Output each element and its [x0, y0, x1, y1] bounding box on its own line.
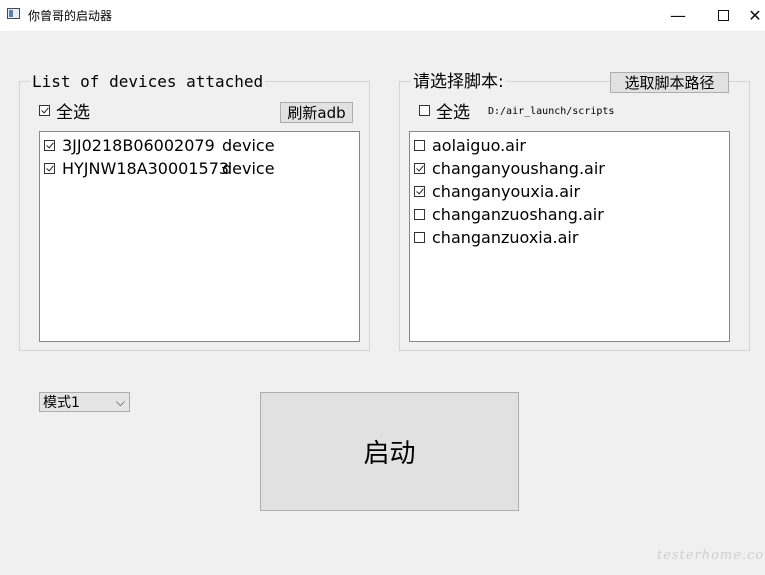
start-button[interactable]: 启动	[260, 392, 519, 511]
minimize-button[interactable]: —	[655, 0, 701, 31]
device-state: device	[222, 136, 275, 155]
script-list[interactable]: aolaiguo.air changanyoushang.air changanyo…	[409, 131, 730, 342]
script-name: changanyoushang.air	[432, 159, 605, 178]
chevron-down-icon: ⌵	[115, 395, 125, 409]
script-checkbox[interactable]	[414, 209, 425, 220]
maximize-icon	[717, 10, 729, 21]
close-button[interactable]: ✕	[745, 0, 765, 31]
device-list-item[interactable]: 3JJ0218B06002079 device	[40, 134, 359, 157]
script-list-item[interactable]: changanyoushang.air	[410, 157, 729, 180]
refresh-adb-button[interactable]: 刷新adb	[280, 102, 353, 123]
scripts-select-all[interactable]: 全选	[419, 98, 470, 123]
script-list-item[interactable]: changanzuoxia.air	[410, 226, 729, 249]
device-list[interactable]: 3JJ0218B06002079 device HYJNW18A30001573 de…	[39, 131, 360, 342]
scripts-select-all-label: 全选	[436, 103, 470, 123]
minimize-icon: —	[670, 6, 686, 25]
close-icon: ✕	[748, 6, 762, 25]
script-checkbox[interactable]	[414, 163, 425, 174]
watermark: testerhome.com	[657, 548, 765, 563]
script-list-item[interactable]: changanyouxia.air	[410, 180, 729, 203]
window-title: 你曾哥的启动器	[28, 9, 113, 23]
scripts-path: D:/air_launch/scripts	[488, 106, 615, 117]
script-name: aolaiguo.air	[432, 136, 527, 155]
script-checkbox[interactable]	[414, 232, 425, 243]
devices-select-all[interactable]: 全选	[39, 98, 90, 123]
devices-select-all-label: 全选	[56, 103, 90, 123]
devices-group-title: List of devices attached	[30, 71, 266, 93]
mode-select-value: 模式1	[43, 395, 80, 411]
device-checkbox[interactable]	[44, 140, 55, 151]
script-name: changanzuoxia.air	[432, 228, 579, 247]
script-checkbox[interactable]	[414, 186, 425, 197]
device-state: device	[222, 159, 275, 178]
device-checkbox[interactable]	[44, 163, 55, 174]
choose-script-path-button[interactable]: 选取脚本路径	[610, 72, 729, 93]
script-name: changanzuoshang.air	[432, 205, 604, 224]
script-name: changanyouxia.air	[432, 182, 581, 201]
devices-select-all-checkbox[interactable]	[39, 105, 50, 116]
device-list-item[interactable]: HYJNW18A30001573 device	[40, 157, 359, 180]
script-checkbox[interactable]	[414, 140, 425, 151]
script-list-item[interactable]: aolaiguo.air	[410, 134, 729, 157]
maximize-button[interactable]	[700, 0, 746, 31]
script-list-item[interactable]: changanzuoshang.air	[410, 203, 729, 226]
app-icon	[7, 8, 20, 19]
mode-select[interactable]: 模式1 ⌵	[39, 392, 130, 412]
device-serial: 3JJ0218B06002079	[62, 136, 215, 155]
scripts-group-title: 请选择脚本:	[411, 71, 506, 93]
device-serial: HYJNW18A30001573	[62, 159, 230, 178]
scripts-select-all-checkbox[interactable]	[419, 105, 430, 116]
title-bar: 你曾哥的启动器 — ✕	[0, 0, 765, 31]
